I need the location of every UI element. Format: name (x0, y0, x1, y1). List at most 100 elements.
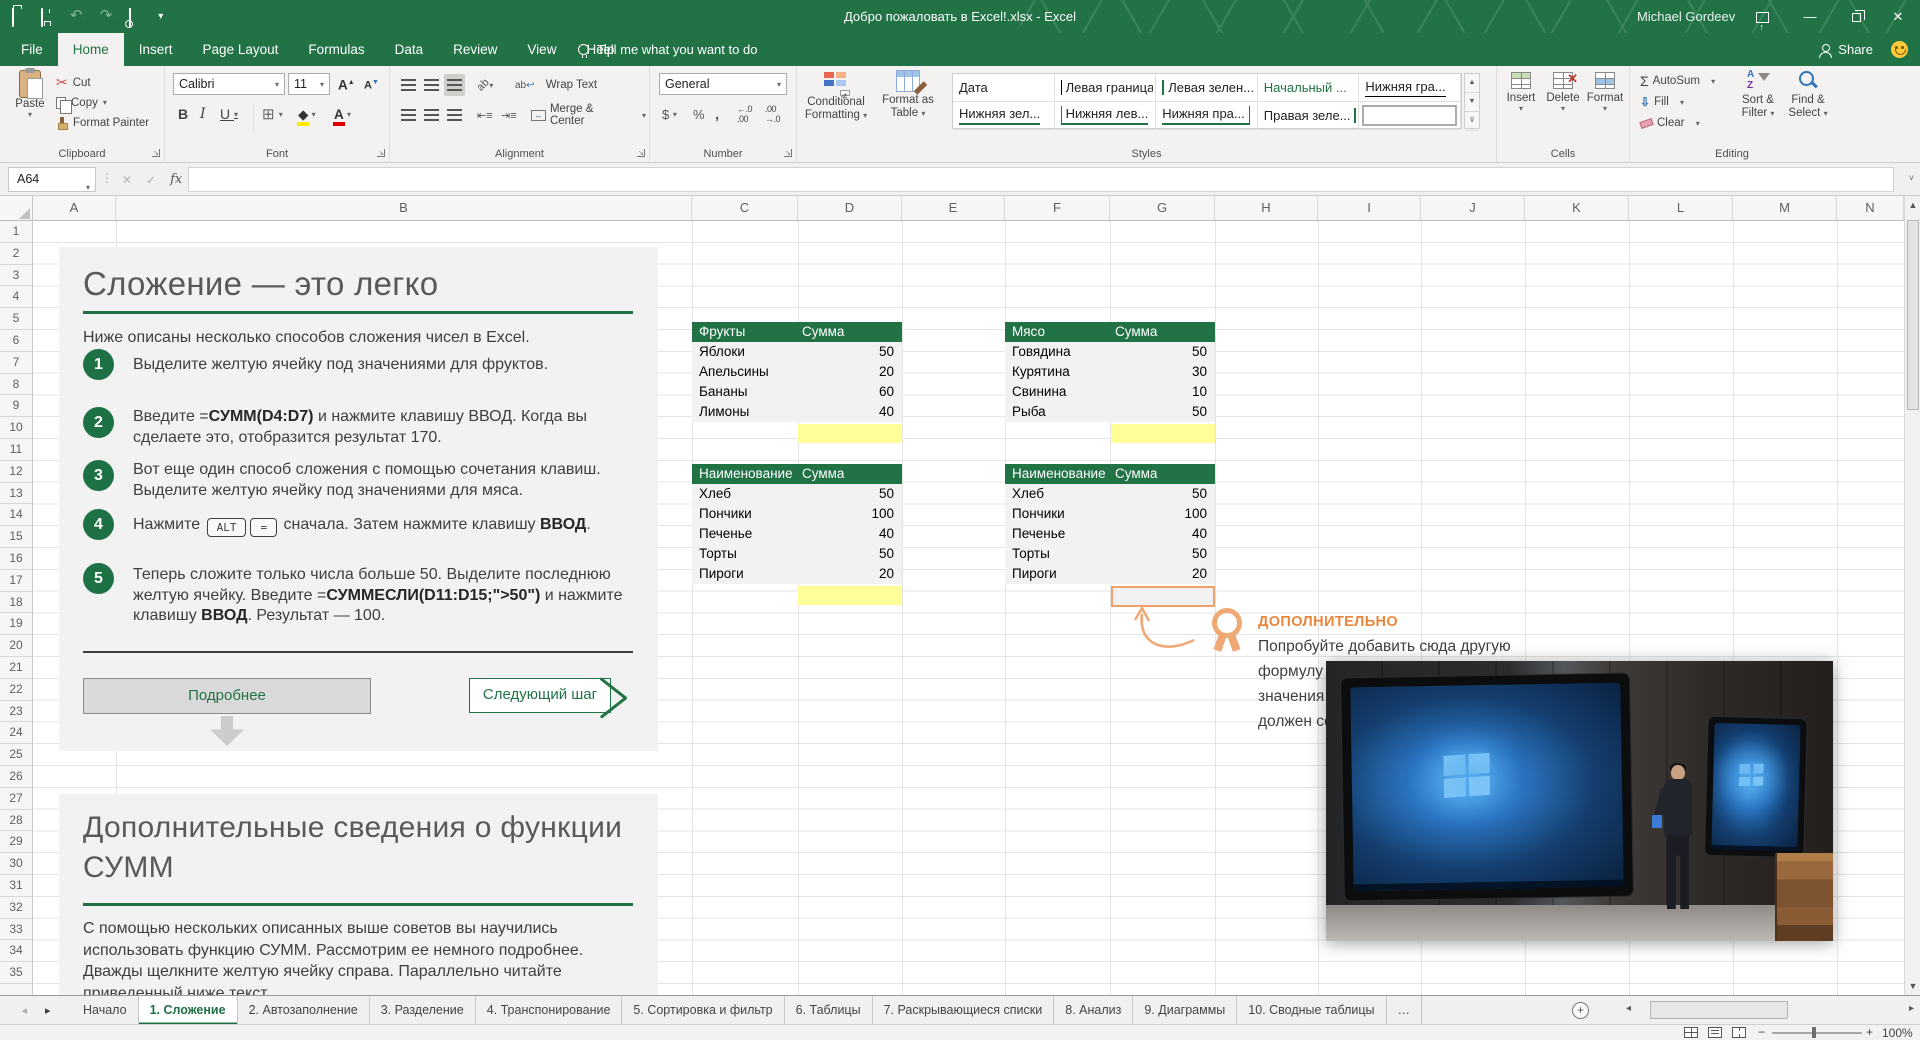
middle-align-button[interactable] (421, 74, 442, 96)
new-sheet-button[interactable]: + (1572, 1002, 1589, 1019)
gallery-more-icon[interactable]: ⊽ (1465, 112, 1479, 131)
ribbon-tab-page-layout[interactable]: Page Layout (188, 33, 294, 66)
ribbon-tab-review[interactable]: Review (438, 33, 512, 66)
column-header-L[interactable]: L (1629, 196, 1733, 220)
row-header-15[interactable]: 15 (0, 526, 32, 548)
zoom-level[interactable]: 100% (1882, 1026, 1913, 1040)
zoom-in-icon[interactable]: + (1866, 1025, 1873, 1039)
percent-style-button[interactable]: % (690, 103, 708, 125)
sheet-tab-3-разделение[interactable]: 3. Разделение (370, 996, 476, 1025)
column-header-J[interactable]: J (1421, 196, 1525, 220)
format-cells-button[interactable]: Format ▾ (1584, 72, 1626, 113)
row-header-21[interactable]: 21 (0, 657, 32, 679)
decrease-font-size-button[interactable]: A▼ (361, 73, 382, 95)
fill-color-button[interactable]: ◆ ▾ (295, 103, 319, 125)
column-header-B[interactable]: B (116, 196, 692, 220)
row-header-13[interactable]: 13 (0, 483, 32, 505)
decrease-decimal-button[interactable]: .00→.0 (762, 103, 783, 125)
next-sheet-icon[interactable]: ▸ (45, 1004, 51, 1017)
align-center-button[interactable] (421, 104, 442, 126)
borders-button[interactable]: ⊞ ▾ (259, 103, 286, 125)
font-dialog-launcher[interactable] (377, 149, 385, 157)
sheet-tab-8-анализ[interactable]: 8. Анализ (1054, 996, 1133, 1025)
cancel-entry-icon[interactable]: ✕ (122, 173, 132, 187)
row-header-29[interactable]: 29 (0, 831, 32, 853)
vertical-scroll-thumb[interactable] (1907, 220, 1919, 410)
copy-button[interactable]: Copy▾ (56, 93, 107, 112)
row-header-11[interactable]: 11 (0, 439, 32, 461)
row-header-4[interactable]: 4 (0, 286, 32, 308)
conditional-formatting-button[interactable]: ≠ Conditional Formatting ▾ (803, 70, 869, 122)
row-header-28[interactable]: 28 (0, 810, 32, 832)
italic-button[interactable]: I (197, 103, 209, 125)
horizontal-scroll-thumb[interactable] (1650, 1001, 1788, 1019)
sheet-tab-9-диаграммы[interactable]: 9. Диаграммы (1133, 996, 1237, 1025)
gallery-up-icon[interactable]: ▲ (1465, 74, 1479, 93)
comma-style-button[interactable]: , (712, 103, 722, 125)
row-header-16[interactable]: 16 (0, 548, 32, 570)
sheet-tab-4-транспонирование[interactable]: 4. Транспонирование (476, 996, 623, 1025)
cut-button[interactable]: ✂Cut (56, 73, 91, 92)
insert-cells-button[interactable]: Insert ▾ (1500, 72, 1542, 113)
gallery-down-icon[interactable]: ▼ (1465, 93, 1479, 112)
sheet-tab-5-сортировка-и-фильтр[interactable]: 5. Сортировка и фильтр (622, 996, 784, 1025)
zoom-out-icon[interactable]: − (1758, 1025, 1765, 1039)
page-layout-view-icon[interactable] (1708, 1027, 1722, 1038)
row-header-5[interactable]: 5 (0, 308, 32, 330)
ribbon-tab-insert[interactable]: Insert (124, 33, 188, 66)
account-name[interactable]: Michael Gordeev (1637, 0, 1735, 33)
style-gallery-item[interactable]: Дата (953, 74, 1055, 102)
fill-button[interactable]: ⇩Fill ▾ (1640, 92, 1684, 112)
formula-input[interactable] (188, 167, 1894, 192)
style-gallery-item[interactable]: Левая граница (1055, 74, 1157, 102)
clear-button[interactable]: Clear ▾ (1640, 113, 1700, 133)
column-header-D[interactable]: D (798, 196, 902, 220)
sheet-tab-6-таблицы[interactable]: 6. Таблицы (785, 996, 873, 1025)
alignment-dialog-launcher[interactable] (637, 149, 645, 157)
increase-font-size-button[interactable]: A▲ (335, 73, 358, 95)
number-dialog-launcher[interactable] (784, 149, 792, 157)
row-header-33[interactable]: 33 (0, 919, 32, 941)
increase-indent-button[interactable]: ⇥≡ (498, 104, 520, 126)
restore-button[interactable] (1834, 0, 1878, 33)
accounting-format-button[interactable]: $ ▾ (659, 103, 680, 125)
decrease-indent-button[interactable]: ⇤≡ (474, 104, 496, 126)
font-family-select[interactable]: Calibri▾ (173, 73, 285, 95)
merge-center-button[interactable]: ↔Merge & Center ▾ (528, 104, 649, 126)
enter-entry-icon[interactable]: ✓ (146, 173, 156, 187)
scroll-up-icon[interactable]: ▲ (1905, 200, 1920, 210)
zoom-slider-thumb[interactable] (1812, 1027, 1816, 1038)
scroll-right-icon[interactable]: ▸ (1909, 1003, 1914, 1014)
tell-me-box[interactable]: Tell me what you want to do (578, 33, 757, 66)
styles-gallery-scrollbar[interactable]: ▲ ▼ ⊽ (1464, 73, 1480, 129)
sort-filter-button[interactable]: AZ Sort & Filter ▾ (1734, 70, 1782, 120)
vertical-scrollbar[interactable]: ▲ ▼ (1904, 196, 1920, 995)
orientation-button[interactable]: ab▾ (474, 74, 496, 96)
scroll-down-icon[interactable]: ▼ (1905, 981, 1920, 991)
paste-button[interactable]: Paste ▾ (8, 70, 52, 119)
bold-button[interactable]: B (175, 103, 191, 125)
row-header-35[interactable]: 35 (0, 962, 32, 984)
column-header-G[interactable]: G (1110, 196, 1215, 220)
delete-cells-button[interactable]: ✕ Delete ▾ (1542, 72, 1584, 113)
row-header-18[interactable]: 18 (0, 592, 32, 614)
clipboard-dialog-launcher[interactable] (152, 149, 160, 157)
autosum-button[interactable]: ΣAutoSum ▾ (1640, 71, 1715, 91)
ribbon-tab-file[interactable]: File (6, 33, 58, 66)
row-header-8[interactable]: 8 (0, 374, 32, 396)
row-header-26[interactable]: 26 (0, 766, 32, 788)
row-header-22[interactable]: 22 (0, 679, 32, 701)
style-gallery-item[interactable]: Левая зелен... (1156, 74, 1258, 102)
name-box[interactable]: A64▾ (8, 167, 96, 192)
style-gallery-item[interactable]: Начальный ... (1258, 74, 1360, 102)
row-header-19[interactable]: 19 (0, 613, 32, 635)
minimize-button[interactable]: — (1788, 0, 1832, 33)
ribbon-tab-view[interactable]: View (512, 33, 571, 66)
row-header-20[interactable]: 20 (0, 635, 32, 657)
next-step-button[interactable]: Следующий шаг (469, 678, 611, 713)
row-header-9[interactable]: 9 (0, 395, 32, 417)
align-right-button[interactable] (444, 104, 465, 126)
row-header-31[interactable]: 31 (0, 875, 32, 897)
row-header-27[interactable]: 27 (0, 788, 32, 810)
row-header-17[interactable]: 17 (0, 570, 32, 592)
